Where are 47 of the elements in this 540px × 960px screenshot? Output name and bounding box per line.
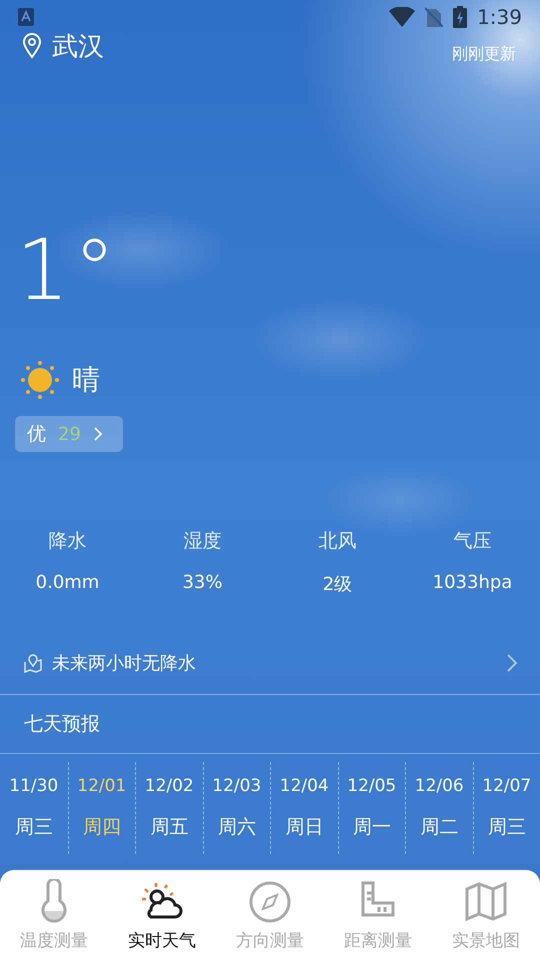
map-pin-icon xyxy=(22,652,44,674)
stat-label: 北风 xyxy=(318,529,356,554)
forecast-date[interactable]: 12/03 xyxy=(212,776,262,796)
chevron-right-icon xyxy=(506,653,518,673)
stat-label: 气压 xyxy=(454,529,492,554)
nav-tab[interactable]: 距离测量 xyxy=(324,870,432,960)
battery-charging-icon xyxy=(453,6,468,28)
forecast-date[interactable]: 12/02 xyxy=(144,776,194,796)
update-status: 刚刚更新 xyxy=(452,44,516,64)
no-sim-icon xyxy=(425,7,444,27)
nav-tab[interactable]: 方向测量 xyxy=(216,870,324,960)
location-pin-icon xyxy=(22,33,42,59)
temperature: 1° xyxy=(16,228,120,312)
nav-tab[interactable]: 实时天气 xyxy=(108,870,216,960)
stat-label: 降水 xyxy=(48,529,86,554)
forecast-weekday[interactable]: 周五 xyxy=(150,814,188,840)
chevron-right-icon xyxy=(92,426,103,442)
forecast-weekday[interactable]: 周三 xyxy=(14,814,53,840)
nav-tab[interactable]: 实景地图 xyxy=(432,870,540,960)
weather-condition: 晴 xyxy=(72,362,100,398)
sun-icon xyxy=(20,360,60,400)
forecast-date[interactable]: 12/01 xyxy=(77,776,126,796)
stat-value: 1033hpa xyxy=(432,572,512,595)
forecast-date[interactable]: 12/06 xyxy=(414,776,464,796)
forecast-weekday[interactable]: 周一 xyxy=(352,814,391,840)
forecast-date[interactable]: 12/05 xyxy=(347,776,396,796)
wifi-icon xyxy=(389,7,416,27)
forecast-weekday[interactable]: 周四 xyxy=(82,814,121,840)
forecast-weekday[interactable]: 周日 xyxy=(285,814,324,840)
forecast-date[interactable]: 12/04 xyxy=(280,776,329,796)
forecast-date[interactable]: 12/07 xyxy=(482,776,532,796)
stat-value: 0.0mm xyxy=(36,572,100,595)
stat-value: 2级 xyxy=(322,573,352,596)
forecast-weekday[interactable]: 周六 xyxy=(218,814,256,840)
forecast-weekday[interactable]: 周三 xyxy=(488,814,526,840)
section-title: 七天预报 xyxy=(24,712,100,737)
stat-label: 湿度 xyxy=(184,529,222,554)
forecast-date[interactable]: 11/30 xyxy=(9,776,58,796)
app-notification-icon xyxy=(18,8,34,26)
air-quality-button[interactable]: 优 29 xyxy=(15,416,123,452)
compass-icon xyxy=(247,878,293,924)
stat-value: 33% xyxy=(182,572,222,595)
rain-forecast-text[interactable]: 未来两小时无降水 xyxy=(52,651,498,675)
city-name[interactable]: 武汉 xyxy=(52,28,104,64)
forecast-weekday[interactable]: 周二 xyxy=(420,814,458,840)
nav-tab[interactable]: 温度测量 xyxy=(0,870,108,960)
status-time: 1:39 xyxy=(477,5,522,29)
